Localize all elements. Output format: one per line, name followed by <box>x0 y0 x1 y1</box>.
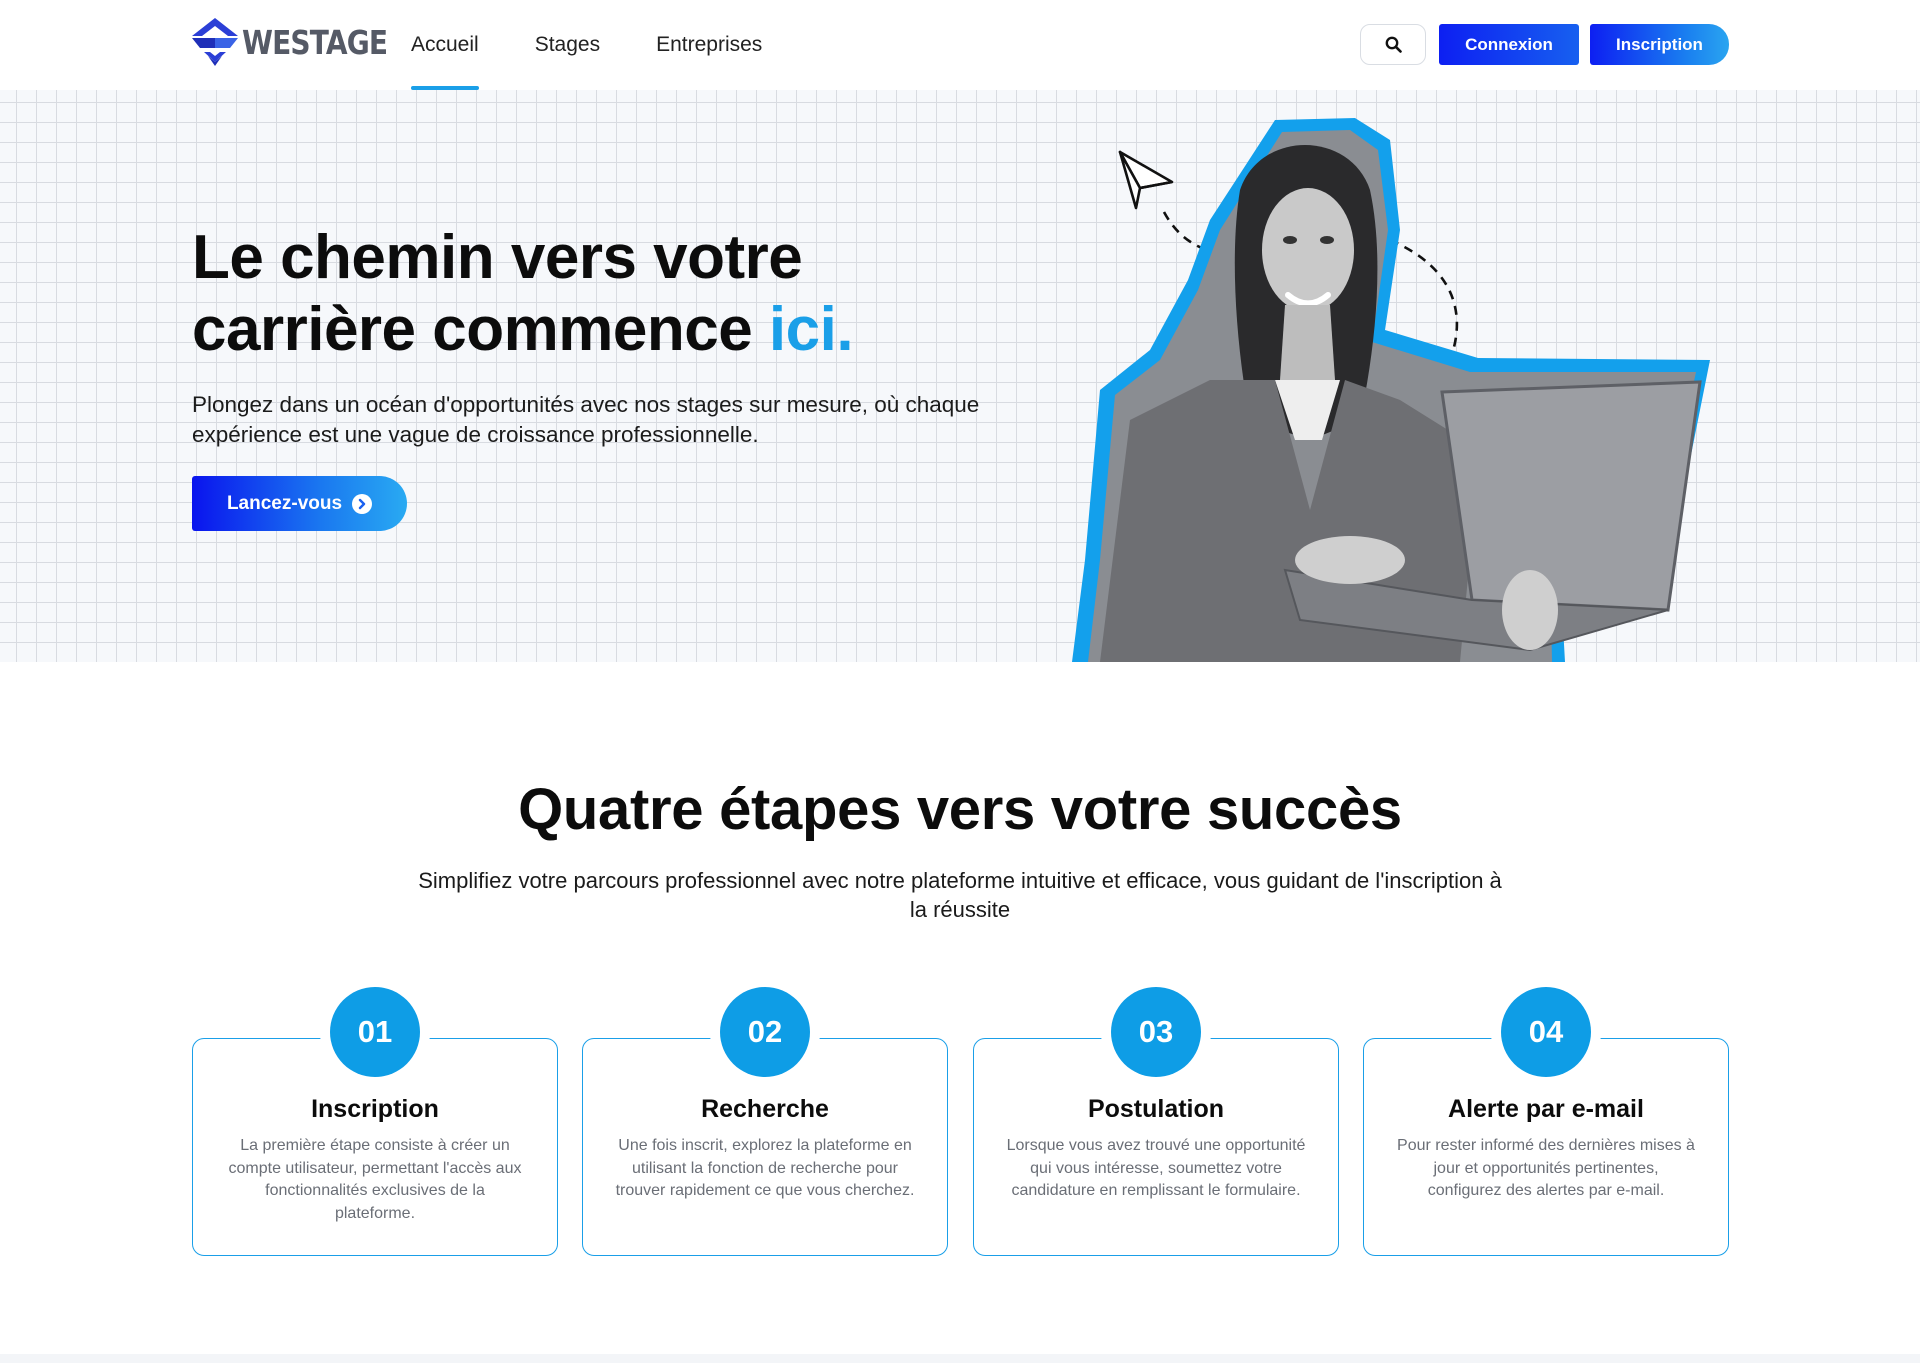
search-button[interactable] <box>1360 24 1426 65</box>
chevron-right-circle-icon <box>352 493 373 514</box>
step-number: 04 <box>1501 987 1591 1077</box>
signup-button[interactable]: Inscription <box>1590 24 1729 65</box>
step-text: Une fois inscrit, explorez la plateforme… <box>615 1137 915 1199</box>
brand-name: WESTAGE <box>242 22 388 62</box>
paper-plane-icon <box>1118 150 1174 210</box>
steps-subtitle: Simplifiez votre parcours professionnel … <box>418 868 1502 922</box>
login-button[interactable]: Connexion <box>1439 24 1579 65</box>
step-title: Postulation <box>1087 1095 1225 1123</box>
nav-item-entreprises[interactable]: Entreprises <box>656 0 762 90</box>
step-text: La première étape consiste à créer un co… <box>228 1137 522 1222</box>
step-card-2: 02 Recherche Une fois inscrit, explorez … <box>582 987 948 1256</box>
step-title: Alerte par e-mail <box>1448 1095 1644 1123</box>
step-card-1: 01 Inscription La première étape consist… <box>192 987 558 1256</box>
hero-title-accent: ici. <box>768 295 854 364</box>
hero-title-line2: carrière commence <box>192 295 769 364</box>
step-title: Inscription <box>311 1095 439 1123</box>
hero-title: Le chemin vers votre carrière commence i… <box>192 222 854 366</box>
steps-title: Quatre étapes vers votre succès <box>518 777 1402 842</box>
step-text: Pour rester informé des dernières mises … <box>1397 1137 1695 1199</box>
hero-illustration <box>1072 118 1710 662</box>
nav-item-accueil[interactable]: Accueil <box>411 0 479 90</box>
nav-item-stages[interactable]: Stages <box>535 0 600 90</box>
hero-cta-button[interactable]: Lancez-vous <box>192 476 407 531</box>
step-number: 02 <box>720 987 810 1077</box>
search-icon <box>1385 36 1402 53</box>
step-text: Lorsque vous avez trouvé une opportunité… <box>1006 1137 1306 1199</box>
brand-logo[interactable]: WESTAGE <box>190 16 413 68</box>
step-card-4: 04 Alerte par e-mail Pour rester informé… <box>1363 987 1729 1256</box>
hero-title-line1: Le chemin vers votre <box>192 223 803 292</box>
step-title: Recherche <box>701 1095 829 1123</box>
site-header: WESTAGE Accueil Stages Entreprises Conne… <box>0 0 1920 90</box>
step-card-3: 03 Postulation Lorsque vous avez trouvé … <box>973 987 1339 1256</box>
hero-cta-label: Lancez-vous <box>226 492 343 514</box>
step-number: 03 <box>1111 987 1201 1077</box>
step-number: 01 <box>330 987 420 1077</box>
main-nav: Accueil Stages Entreprises <box>411 0 818 90</box>
westage-logo-icon <box>192 18 238 66</box>
hero-subtitle: Plongez dans un océan d'opportunités ave… <box>192 392 980 447</box>
footer-strip <box>0 1354 1920 1363</box>
hero-section: Le chemin vers votre carrière commence i… <box>0 90 1920 662</box>
